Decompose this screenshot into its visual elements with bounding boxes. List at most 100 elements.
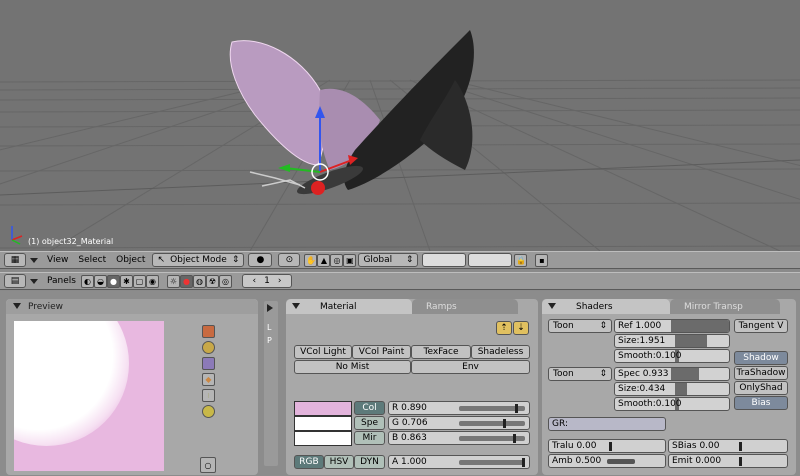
render-icon[interactable]: ▪: [535, 253, 549, 267]
side-tab-p[interactable]: P: [267, 336, 272, 345]
preview-header[interactable]: Preview: [6, 299, 258, 314]
tab-ramps[interactable]: Ramps: [412, 299, 518, 314]
menu-select[interactable]: Select: [78, 255, 106, 265]
translate-icon[interactable]: ▲: [317, 253, 331, 267]
tab-mirror-transp[interactable]: Mirror Transp: [670, 299, 780, 314]
alpha-knob: [522, 458, 525, 467]
specular-shader-select[interactable]: Toon ⇕: [548, 367, 612, 381]
alpha-slider[interactable]: A 1.000: [388, 455, 530, 469]
tab-material[interactable]: Material: [286, 299, 412, 314]
env-button[interactable]: Env: [411, 360, 530, 374]
material-icon[interactable]: ●: [179, 274, 193, 288]
emit-slider[interactable]: Emit 0.000: [668, 454, 788, 468]
g-slider[interactable]: G 0.706: [388, 416, 530, 430]
pivot-button[interactable]: ⊙: [278, 253, 301, 267]
bias-button[interactable]: Bias: [734, 396, 788, 410]
radiosity-icon[interactable]: ☢: [205, 274, 219, 288]
rgb-mode-button[interactable]: RGB: [294, 455, 324, 469]
mir-button[interactable]: Mir: [354, 431, 385, 445]
shading-context-icon[interactable]: ●: [106, 274, 120, 288]
side-tab-l[interactable]: L: [267, 323, 271, 332]
smooth2-value: Smooth:0.100: [618, 399, 682, 409]
side-tab-strip: L P: [264, 301, 278, 466]
tab-shaders[interactable]: Shaders: [542, 299, 670, 314]
color-swatch-mir[interactable]: [294, 431, 352, 446]
mode-select[interactable]: ↖ Object Mode ⇕: [152, 253, 245, 267]
orientation-select[interactable]: Global ⇕: [358, 253, 419, 267]
logic-context-icon[interactable]: ◐: [80, 274, 94, 288]
tab-shaders-label: Shaders: [576, 301, 613, 312]
shadeless-button[interactable]: Shadeless: [471, 345, 530, 359]
collapse-triangle-icon[interactable]: [30, 257, 38, 263]
menu-object[interactable]: Object: [116, 255, 145, 265]
size2-slider[interactable]: Size:0.434: [614, 382, 730, 396]
size1-slider[interactable]: Size:1.951: [614, 334, 730, 348]
collapse-triangle-icon[interactable]: [267, 304, 273, 312]
active-object-label: (1) object32_Material: [28, 237, 114, 246]
diffuse-shader-select[interactable]: Toon ⇕: [548, 319, 612, 333]
b-slider[interactable]: B 0.863: [388, 431, 530, 445]
vcol-paint-button[interactable]: VCol Paint: [352, 345, 411, 359]
paste-material-icon[interactable]: ⇣: [513, 321, 529, 335]
scene-context-icon[interactable]: ◉: [145, 274, 159, 288]
spec-slider[interactable]: Spec 0.933: [614, 367, 730, 381]
window-type-button[interactable]: ▦: [4, 253, 26, 267]
smooth2-slider[interactable]: Smooth:0.100: [614, 397, 730, 411]
emit-knob: [739, 457, 742, 466]
onlyshad-button[interactable]: OnlyShad: [734, 381, 788, 395]
collapse-triangle-icon[interactable]: [30, 278, 38, 284]
object-context-icon[interactable]: ✱: [119, 274, 133, 288]
sphere-preview-icon[interactable]: [202, 341, 215, 354]
tab-mirror-transp-label: Mirror Transp: [684, 301, 743, 312]
frame-number-field[interactable]: ‹ 1 ›: [241, 274, 292, 288]
color-swatch-spe[interactable]: [294, 416, 352, 431]
texture-icon[interactable]: ◍: [192, 274, 206, 288]
monkey-preview-icon[interactable]: ◆: [202, 373, 215, 386]
collapse-triangle-icon[interactable]: [548, 303, 556, 309]
lock-icon[interactable]: 🔒: [514, 253, 528, 267]
layer-buttons-1[interactable]: [422, 253, 467, 267]
hsv-mode-button[interactable]: HSV: [324, 455, 354, 469]
r-slider[interactable]: R 0.890: [388, 401, 530, 415]
editing-context-icon[interactable]: ▢: [132, 274, 146, 288]
amb-value: Amb 0.500: [552, 456, 602, 466]
menu-view[interactable]: View: [47, 255, 68, 265]
lamp-icon[interactable]: ☼: [166, 274, 180, 288]
plane-preview-icon[interactable]: [202, 325, 215, 338]
world-icon[interactable]: ◎: [218, 274, 232, 288]
group-field[interactable]: GR:: [548, 417, 666, 431]
draw-type-button[interactable]: ●: [248, 253, 273, 267]
copy-material-icon[interactable]: ⇡: [496, 321, 512, 335]
collapse-triangle-icon[interactable]: [13, 303, 21, 309]
collapse-triangle-icon[interactable]: [292, 303, 300, 309]
trashadow-button[interactable]: TraShadow: [734, 366, 788, 380]
rotate-icon[interactable]: ◎: [330, 253, 344, 267]
smooth1-slider[interactable]: Smooth:0.100: [614, 349, 730, 363]
spe-button[interactable]: Spe: [354, 416, 385, 430]
tangent-v-button[interactable]: Tangent V: [734, 319, 788, 333]
scale-icon[interactable]: ▣: [343, 253, 357, 267]
3d-viewport[interactable]: (1) object32_Material: [0, 0, 800, 251]
sbias-slider[interactable]: SBias 0.00: [668, 439, 788, 453]
smooth1-value: Smooth:0.100: [618, 351, 682, 361]
cube-preview-icon[interactable]: [202, 357, 215, 370]
shadow-button[interactable]: Shadow: [734, 351, 788, 365]
no-mist-button[interactable]: No Mist: [294, 360, 411, 374]
color-swatch-col[interactable]: [294, 401, 352, 416]
layer-buttons-2[interactable]: [468, 253, 513, 267]
dyn-mode-button[interactable]: DYN: [354, 455, 385, 469]
script-context-icon[interactable]: ◒: [93, 274, 107, 288]
ref-slider[interactable]: Ref 1.000: [614, 319, 730, 333]
tralu-knob: [609, 442, 612, 451]
buttons-icon: ▤: [10, 276, 20, 286]
col-button[interactable]: Col: [354, 401, 385, 415]
vcol-light-button[interactable]: VCol Light: [294, 345, 352, 359]
amb-slider[interactable]: Amb 0.500: [548, 454, 666, 468]
hair-preview-icon[interactable]: ≀: [202, 389, 215, 402]
texface-button[interactable]: TexFace: [411, 345, 471, 359]
sky-preview-icon[interactable]: [202, 405, 215, 418]
preview-render-icon[interactable]: ○: [200, 457, 216, 473]
window-type-button-2[interactable]: ▤: [4, 274, 26, 288]
hand-icon[interactable]: ✋: [304, 253, 318, 267]
tralu-slider[interactable]: Tralu 0.00: [548, 439, 666, 453]
